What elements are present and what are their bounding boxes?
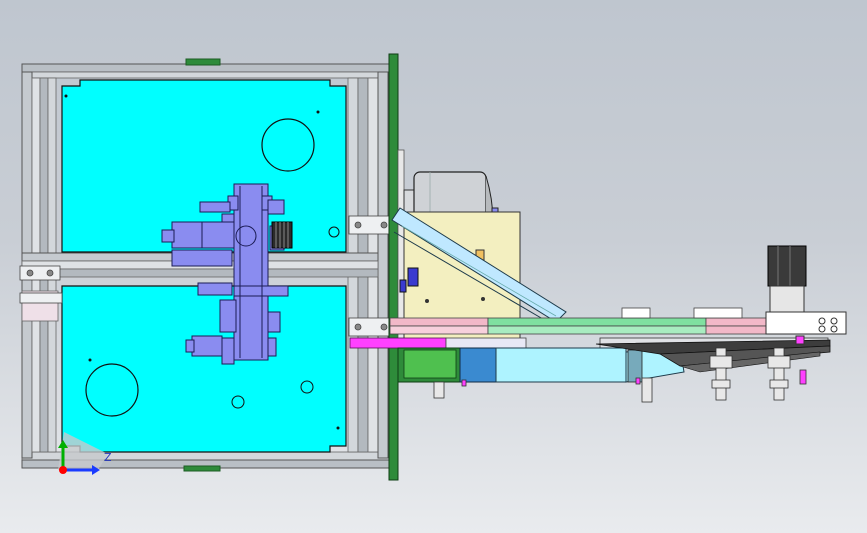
cad-viewport[interactable]: Z <box>0 0 867 533</box>
z-axis-label: Z <box>104 451 112 464</box>
cad-assembly-drawing <box>19 53 847 481</box>
vertical-cylinder <box>765 245 847 345</box>
lower-cyan-panel <box>61 285 347 453</box>
green-mount-plate <box>388 53 405 481</box>
gear-wheel <box>271 221 293 249</box>
